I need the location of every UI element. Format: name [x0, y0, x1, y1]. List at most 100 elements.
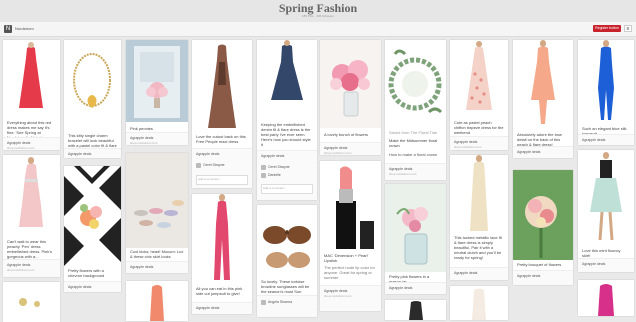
pin-source[interactable]: Agrapple deals [450, 267, 508, 280]
pin-card[interactable]: Love the cutout back on this Free People… [192, 40, 252, 188]
pin-caption: Keeping the embellished denim fit & flar… [261, 122, 311, 147]
pin-image [3, 155, 60, 235]
board-stats: 185 Pins · 345 followers [301, 14, 335, 18]
pin-card[interactable]: All you can eat in this pink side cut ju… [192, 194, 252, 314]
pin-caption: Cool kicks; head! Mocum: Lux & these chi… [130, 249, 184, 259]
comment-input[interactable]: Add a comment... [196, 175, 248, 185]
register-button[interactable]: Register button [593, 25, 621, 32]
pin-caption: Cute as pastel peach chiffon trapeze dre… [454, 120, 504, 135]
board-header: Spring Fashion 185 Pins · 345 followers [0, 0, 636, 22]
pin-card[interactable]: This kitty single charm bracelet will lo… [64, 40, 121, 158]
pin-description: The perfect nude lip color for anyone. G… [324, 265, 375, 280]
pin-source[interactable]: Agrapple deals [513, 270, 573, 285]
pin-source[interactable]: Agrapple deals shop.nordstrom.com [320, 142, 381, 155]
pin-card[interactable]: Can't wait to wear this peachy 'Pen' dre… [3, 155, 60, 277]
pin-card[interactable]: Keeping the embellished denim fit & flar… [257, 40, 317, 200]
pin-comments: Agrapple deals Ceret Strayne Danielle Ad… [257, 150, 317, 200]
pin-card[interactable]: MAC 'Dimension + Pearl' Lipstick The per… [320, 161, 381, 311]
pin-image [578, 150, 634, 246]
pin-comments: Angela Sharma [257, 295, 317, 317]
top-bar: N Nordstrom Register button ≡ [0, 22, 636, 37]
pin-caption: Love the cutout back on this Free People… [196, 134, 246, 144]
pin-card[interactable]: Saved from The Floral Tide Make the Mids… [385, 40, 446, 180]
avatar [261, 173, 266, 178]
pin-card[interactable]: Cute as pastel peach chiffon trapeze dre… [450, 40, 508, 150]
pin-card[interactable]: Pretty pink flowers in a mason jar Agrap… [385, 184, 446, 294]
pin-caption: Pretty bouquet of flowers [517, 262, 562, 267]
pin-source[interactable]: Agrapple deals shop.nordstrom.com [3, 137, 60, 150]
pin-image [3, 282, 60, 322]
pin-card[interactable] [578, 280, 634, 316]
pin-card[interactable]: So lovely. These tortoise browline sungl… [257, 205, 317, 317]
pin-caption: Make the Midsummer floral crown [389, 138, 438, 148]
pin-card[interactable]: Everything about this red dress makes me… [3, 40, 60, 150]
pin-image [192, 40, 252, 130]
pin-image [513, 170, 573, 260]
pin-source[interactable]: Agrapple deals [192, 302, 252, 314]
pin-source[interactable]: Agrapple deals shop.nordstrom.com [3, 259, 60, 277]
pin-image [257, 205, 317, 275]
pin-image [385, 300, 446, 320]
pin-source[interactable]: Agrapple deals shop.nordstrom.com [320, 285, 381, 311]
avatar [261, 300, 266, 305]
pin-source[interactable]: Agrapple deals [578, 258, 634, 272]
pin-caption: Can't wait to wear this peachy 'Pen' dre… [7, 239, 53, 259]
pin-image [320, 161, 381, 251]
pin-link[interactable]: How to make a floral crown [389, 152, 442, 157]
pin-source[interactable]: Agrapple deals [578, 134, 634, 145]
pin-caption: A lovely bunch of flowers [324, 132, 369, 137]
pin-card[interactable] [3, 282, 60, 322]
pin-card[interactable]: Such an elegant blue silk jumpsuit Agrap… [578, 40, 634, 145]
avatar [196, 163, 201, 168]
pin-image [450, 40, 508, 118]
comment-input[interactable]: Add a comment... [261, 184, 313, 194]
pin-caption: Pink peonies [130, 126, 153, 131]
user-name[interactable]: Nordstrom [15, 26, 34, 31]
pin-source[interactable]: Agrapple deals [513, 146, 573, 158]
pin-image [578, 280, 634, 316]
pin-card[interactable] [126, 281, 188, 321]
pinterest-logo-icon[interactable]: N [4, 25, 12, 33]
pin-card[interactable]: This tucked metallic lace fit & flare dr… [450, 155, 508, 280]
pin-image [385, 184, 446, 272]
pin-source[interactable]: Agrapple deals [385, 282, 446, 294]
pin-card[interactable]: Pretty flowers with a chevron background… [64, 166, 121, 292]
pin-card[interactable]: Pink peonies Agrapple deals shop.nordstr… [126, 40, 188, 145]
pin-image [450, 155, 508, 235]
comment-author: Ceret Strayne [268, 165, 290, 169]
pin-source[interactable]: Agrapple deals [126, 261, 188, 273]
pin-source[interactable]: Agrapple deals shop.nordstrom.com [385, 163, 446, 180]
pin-caption: MAC 'Dimension + Pearl' Lipstick [324, 253, 369, 263]
menu-icon[interactable]: ≡ [624, 25, 632, 32]
pin-image [126, 153, 188, 248]
pin-image [192, 194, 252, 284]
pin-image [450, 286, 508, 320]
pin-source[interactable]: Agrapple deals [64, 281, 121, 292]
pin-card[interactable]: Absolutely adore the bow detail on the b… [513, 40, 573, 158]
pin-source[interactable]: Agrapple deals shop.nordstrom.com [450, 136, 508, 150]
pin-image [578, 40, 634, 124]
saved-from[interactable]: Saved from The Floral Tide [389, 130, 442, 135]
pin-caption: Love this mint flouncy skirt! [582, 248, 621, 258]
pin-image [385, 40, 446, 128]
pin-source[interactable]: Agrapple deals shop.nordstrom.com [126, 132, 188, 145]
pin-source[interactable]: Agrapple deals [64, 148, 121, 158]
comment-author: Danielle [268, 173, 281, 177]
pin-image [257, 40, 317, 120]
pin-comments: Agrapple deals Ceret Strayne Add a comme… [192, 148, 252, 188]
pin-card[interactable]: Love this mint flouncy skirt! Agrapple d… [578, 150, 634, 272]
pin-image [64, 166, 121, 266]
pin-image [126, 281, 188, 321]
pin-card[interactable] [450, 286, 508, 320]
pin-card[interactable]: Pretty bouquet of flowers Agrapple deals [513, 170, 573, 285]
comment-author: Angela Sharma [268, 300, 293, 304]
comment-author: Ceret Strayne [203, 163, 225, 167]
pin-image [320, 40, 381, 128]
pin-card[interactable]: A lovely bunch of flowers Agrapple deals… [320, 40, 381, 155]
pin-card[interactable] [385, 300, 446, 320]
pin-caption: All you can eat in this pink side cut ju… [196, 286, 243, 296]
pin-caption: This tucked metallic lace fit & flare dr… [454, 235, 502, 260]
pin-image [64, 40, 121, 128]
pin-card[interactable]: Cool kicks; head! Mocum: Lux & these chi… [126, 153, 188, 273]
pin-caption: Absolutely adore the bow detail on the b… [517, 132, 562, 147]
